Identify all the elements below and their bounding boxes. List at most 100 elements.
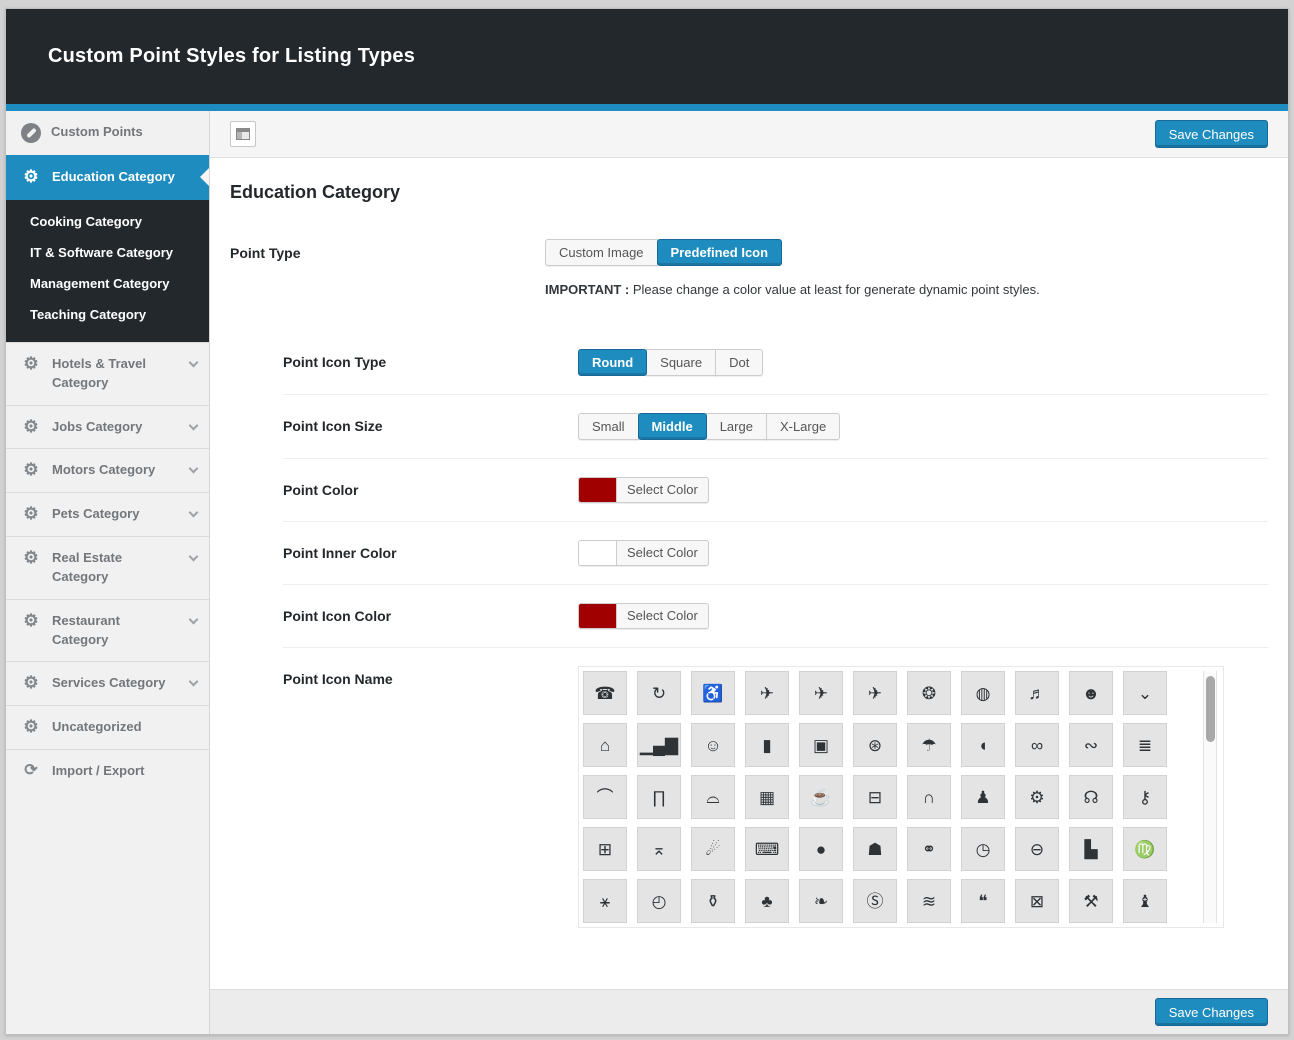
call-center-icon[interactable]: ☊ <box>1069 775 1113 819</box>
city-icon[interactable]: ▙ <box>1069 827 1113 871</box>
world-flight-icon[interactable]: ❂ <box>907 671 951 715</box>
accessible-icon[interactable]: ♿ <box>691 671 735 715</box>
main-panel: Save Changes Education Category Point Ty… <box>210 111 1288 1034</box>
exercise-bike-icon[interactable]: ∞ <box>1015 723 1059 767</box>
coins-icon[interactable]: ≋ <box>907 879 951 923</box>
submenu-item-teaching-category[interactable]: Teaching Category <box>6 299 209 330</box>
submenu-item-it-software-category[interactable]: IT & Software Category <box>6 237 209 268</box>
bridge-icon[interactable]: ⌒ <box>583 775 627 819</box>
sidebar-item-services-category[interactable]: ⚙ Services Category <box>6 661 209 705</box>
air-force-icon[interactable]: ✈ <box>799 671 843 715</box>
car-icon[interactable]: ⌅ <box>637 827 681 871</box>
coconut-drink-icon[interactable]: ⚱ <box>691 879 735 923</box>
bus-icon[interactable]: ⊟ <box>853 775 897 819</box>
sidebar-item-pets-category[interactable]: ⚙ Pets Category <box>6 492 209 536</box>
businessman-icon[interactable]: ♟ <box>961 775 1005 819</box>
dollar-coin-icon[interactable]: Ⓢ <box>853 879 897 923</box>
sidebar-item-jobs-category[interactable]: ⚙ Jobs Category <box>6 405 209 449</box>
round-button[interactable]: Round <box>578 349 647 376</box>
point-icon-size-row: Point Icon Size Small Middle Large X-Lar… <box>283 394 1268 458</box>
select-color-button[interactable]: Select Color <box>617 478 708 502</box>
baby-icon[interactable]: ☺ <box>691 723 735 767</box>
no-entry-icon[interactable]: ⊖ <box>1015 827 1059 871</box>
x-large-button[interactable]: X-Large <box>766 413 840 440</box>
bird-icon-glyph: ⌄ <box>1138 685 1152 702</box>
sidebar: Custom Points ⚙ Education Category Cooki… <box>6 111 210 1034</box>
gear-icon: ⚙ <box>20 418 42 436</box>
books-icon[interactable]: ≣ <box>1123 723 1167 767</box>
predefined-icon-button[interactable]: Predefined Icon <box>657 239 783 266</box>
icon-grid-scrollbar[interactable] <box>1203 671 1217 923</box>
atm-icon[interactable]: ⌨ <box>745 827 789 871</box>
reception-icon[interactable]: ⚭ <box>907 827 951 871</box>
sidebar-item-uncategorized[interactable]: ⚙ Uncategorized <box>6 705 209 749</box>
dot-button[interactable]: Dot <box>715 349 763 376</box>
point-inner-color-picker[interactable]: Select Color <box>578 540 709 566</box>
clock-icon[interactable]: ◴ <box>637 879 681 923</box>
chat-icon[interactable]: ❝ <box>961 879 1005 923</box>
bird-icon[interactable]: ⌄ <box>1123 671 1167 715</box>
select-color-button[interactable]: Select Color <box>617 604 708 628</box>
sidebar-item-motors-category[interactable]: ⚙ Motors Category <box>6 448 209 492</box>
sidebar-item-import-export[interactable]: ⟳ Import / Export <box>6 749 209 793</box>
sidebar-item-custom-points[interactable]: Custom Points <box>6 111 209 155</box>
submenu-item-cooking-category[interactable]: Cooking Category <box>6 206 209 237</box>
chevron-down-icon <box>189 677 199 687</box>
screen-layout-icon[interactable] <box>230 121 256 147</box>
square-button[interactable]: Square <box>646 349 716 376</box>
airplane-icon[interactable]: ✈ <box>745 671 789 715</box>
large-button[interactable]: Large <box>706 413 767 440</box>
coffee-beans-icon[interactable]: ❧ <box>799 879 843 923</box>
sleigh-icon[interactable]: ☄ <box>691 827 735 871</box>
hours-24-icon[interactable]: ↻ <box>637 671 681 715</box>
guard-icon[interactable]: ♝ <box>1123 879 1167 923</box>
stadium-icon[interactable]: ⌓ <box>691 775 735 819</box>
briefcase-icon[interactable]: ▣ <box>799 723 843 767</box>
fortune-teller-icon-glyph: ♍ <box>1134 841 1155 858</box>
select-color-button[interactable]: Select Color <box>617 541 708 565</box>
dancer-icon[interactable]: ⚹ <box>583 879 627 923</box>
save-changes-button-top[interactable]: Save Changes <box>1155 120 1268 148</box>
phone-24h-icon[interactable]: ☎ <box>583 671 627 715</box>
icon-grid-scrollbar-thumb[interactable] <box>1206 676 1215 742</box>
excavator-icon[interactable]: ⚒ <box>1069 879 1113 923</box>
aircraft-icon[interactable]: ✈ <box>853 671 897 715</box>
fortune-teller-icon[interactable]: ♍ <box>1123 827 1167 871</box>
globe-icon[interactable]: ◍ <box>961 671 1005 715</box>
analytics-icon[interactable]: ▁▄▇ <box>637 723 681 767</box>
service-gear-icon[interactable]: ⚙ <box>1015 775 1059 819</box>
middle-button[interactable]: Middle <box>638 413 707 440</box>
custom-image-button[interactable]: Custom Image <box>545 239 658 266</box>
buildings-icon[interactable]: ▦ <box>745 775 789 819</box>
bank-building-icon[interactable]: ∏ <box>637 775 681 819</box>
saxophone-icon[interactable]: ♬ <box>1015 671 1059 715</box>
baggage-icon[interactable]: ▮ <box>745 723 789 767</box>
sidebar-item-education-category[interactable]: ⚙ Education Category <box>6 155 209 200</box>
submenu-item-management-category[interactable]: Management Category <box>6 268 209 299</box>
accessible-icon-glyph: ♿ <box>702 685 723 702</box>
point-color-picker[interactable]: Select Color <box>578 477 709 503</box>
sidebar-item-hotels-travel-category[interactable]: ⚙ Hotels & Travel Category <box>6 342 209 405</box>
jukebox-icon[interactable]: ∩ <box>907 775 951 819</box>
sidebar-item-real-estate-category[interactable]: ⚙ Real Estate Category <box>6 536 209 599</box>
concrete-mixer-icon-glyph: ⊠ <box>1030 893 1044 910</box>
bowling-icon[interactable]: ● <box>799 827 843 871</box>
concrete-mixer-icon[interactable]: ⊠ <box>1015 879 1059 923</box>
motorbike-icon[interactable]: ∾ <box>1069 723 1113 767</box>
beach-icon[interactable]: ☂ <box>907 723 951 767</box>
car-key-icon[interactable]: ⚷ <box>1123 775 1167 819</box>
small-button[interactable]: Small <box>578 413 639 440</box>
point-icon-color-picker[interactable]: Select Color <box>578 603 709 629</box>
save-changes-button-bottom[interactable]: Save Changes <box>1155 998 1268 1026</box>
customizer-wrench-icon <box>21 123 41 143</box>
sidebar-item-restaurant-category[interactable]: ⚙ Restaurant Category <box>6 599 209 662</box>
basketball-icon[interactable]: ⊛ <box>853 723 897 767</box>
palm-island-icon[interactable]: ♣ <box>745 879 789 923</box>
stopwatch-icon[interactable]: ◷ <box>961 827 1005 871</box>
bank-icon[interactable]: ⌂ <box>583 723 627 767</box>
car-rental-icon[interactable]: ⊞ <box>583 827 627 871</box>
android-icon[interactable]: ☻ <box>1069 671 1113 715</box>
cafe-icon[interactable]: ☕ <box>799 775 843 819</box>
gym-icon[interactable]: ◖ <box>961 723 1005 767</box>
shield-icon[interactable]: ☗ <box>853 827 897 871</box>
